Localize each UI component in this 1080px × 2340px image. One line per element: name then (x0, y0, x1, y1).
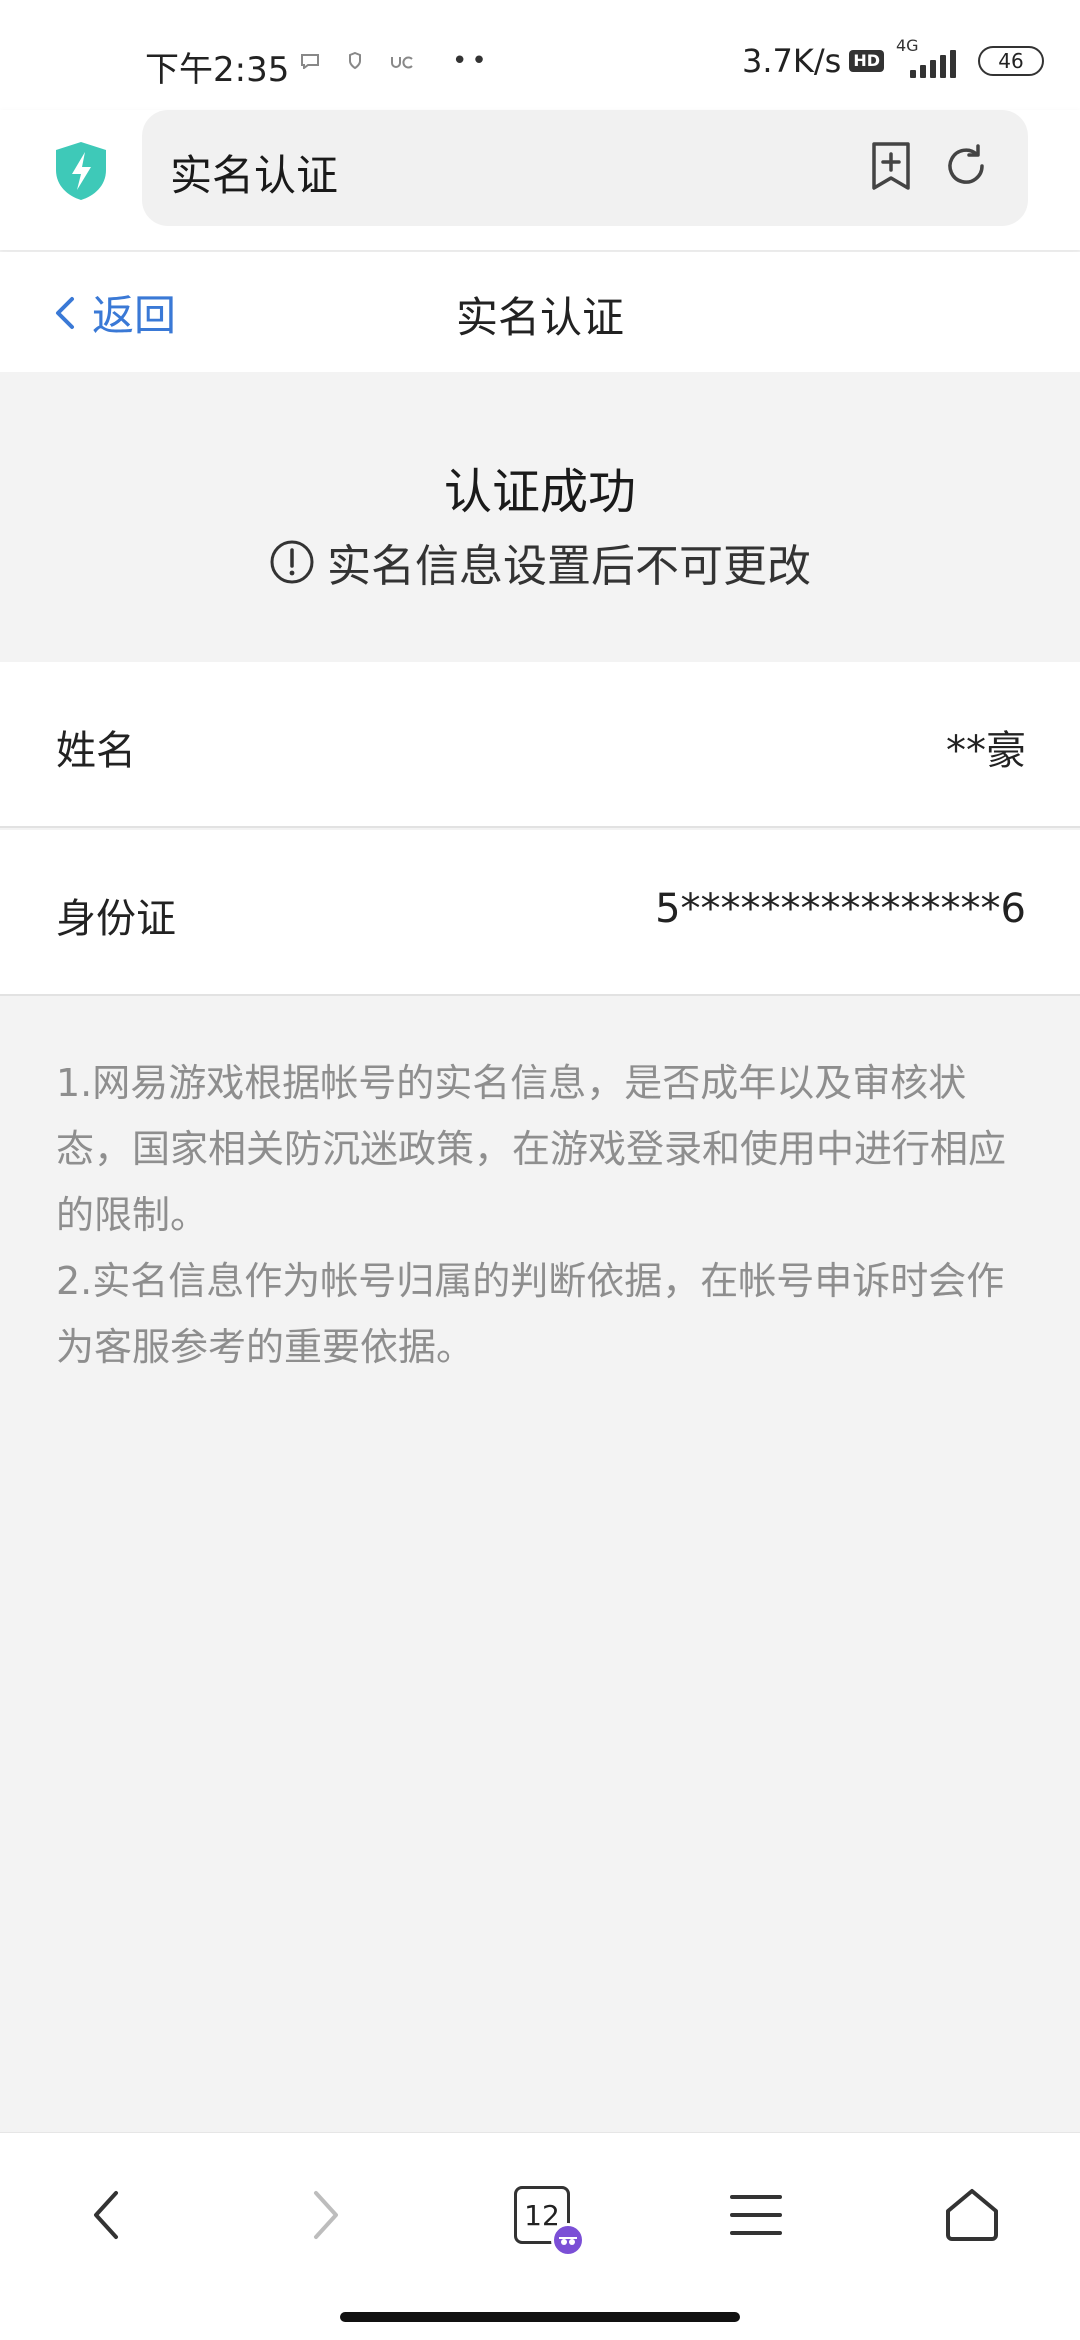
note-item: 1.网易游戏根据帐号的实名信息，是否成年以及审核状态，国家相关防沉迷政策，在游戏… (56, 1061, 1007, 1237)
tab-count: 12 (524, 2198, 560, 2232)
hd-badge: HD (849, 50, 884, 72)
id-card-label: 身份证 (56, 896, 176, 942)
battery-level: 46 (998, 49, 1024, 73)
note-item: 2.实名信息作为帐号归属的判断依据，在帐号申诉时会作为客服参考的重要依据。 (56, 1259, 1005, 1369)
id-card-value: 5****************6 (655, 886, 1026, 932)
status-time: 下午2:35 (145, 50, 290, 90)
page-title: 实名认证 (455, 293, 624, 342)
address-bar[interactable]: 实名认证 (142, 110, 1028, 226)
nav-back-button[interactable] (66, 2175, 146, 2255)
id-card-row: 身份证 5****************6 (0, 830, 1080, 996)
name-row: 姓名 **豪 (0, 662, 1080, 828)
shield-notif-icon (348, 51, 362, 75)
message-icon (300, 53, 320, 74)
tab-count-icon: 12 (514, 2186, 585, 2257)
verification-result: 认证成功 实名信息设置后不可更改 (0, 372, 1080, 662)
refresh-icon[interactable] (942, 142, 990, 190)
tabs-button[interactable]: 12 (502, 2175, 585, 2257)
signal-icon: 4G (892, 36, 962, 82)
security-shield-icon[interactable] (52, 140, 110, 202)
menu-icon (730, 2195, 782, 2235)
notification-icons (300, 51, 414, 75)
battery-icon: 46 (978, 46, 1044, 76)
name-value: **豪 (946, 728, 1026, 774)
status-bar: 下午2:35 •• 3.7K/s HD 4G 46 (0, 0, 1080, 110)
bookmark-add-icon[interactable] (868, 140, 914, 192)
notes: 1.网易游戏根据帐号的实名信息，是否成年以及审核状态，国家相关防沉迷政策，在游戏… (56, 1050, 1036, 1380)
incognito-icon (551, 2223, 585, 2257)
home-icon (946, 2189, 998, 2241)
address-text[interactable]: 实名认证 (170, 142, 338, 203)
menu-button[interactable] (716, 2175, 796, 2255)
more-notifications-indicator: •• (452, 46, 491, 76)
home-indicator (340, 2312, 740, 2322)
chevron-left-icon (94, 2191, 118, 2239)
exclamation-circle-icon (270, 540, 314, 584)
bottom-nav: 12 (0, 2132, 1080, 2340)
status-indicators: 3.7K/s HD 4G 46 (742, 36, 1044, 82)
name-label: 姓名 (56, 728, 136, 774)
page-header: 返回 实名认证 (0, 252, 1080, 372)
home-button[interactable] (932, 2175, 1012, 2255)
nav-forward-button[interactable] (286, 2175, 366, 2255)
notice: 实名信息设置后不可更改 (0, 530, 1080, 594)
uc-browser-icon (390, 53, 414, 74)
chevron-right-icon (314, 2191, 338, 2239)
notice-text: 实名信息设置后不可更改 (327, 541, 811, 592)
browser-toolbar: 实名认证 (0, 110, 1080, 250)
result-title: 认证成功 (443, 464, 636, 520)
net-speed: 3.7K/s (742, 42, 842, 80)
